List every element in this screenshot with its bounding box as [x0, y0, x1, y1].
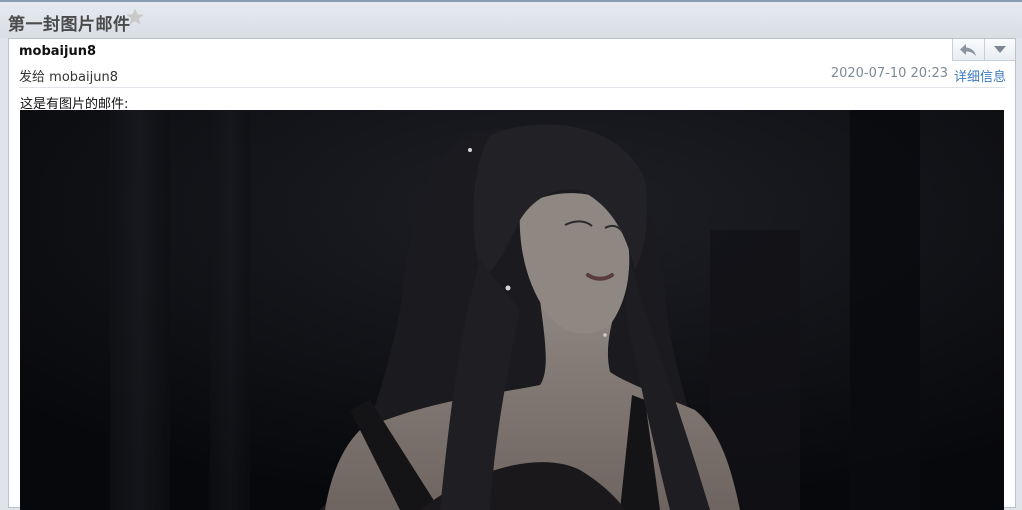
portrait-image [20, 110, 1004, 510]
header-divider [19, 87, 1005, 88]
recipient-name: mobaijun8 [49, 70, 118, 85]
mail-title-bar: 第一封图片邮件 [0, 0, 1022, 38]
star-icon[interactable] [125, 7, 145, 27]
mail-action-buttons [952, 39, 1015, 61]
sender-name: mobaijun8 [19, 44, 97, 59]
details-link[interactable]: 详细信息 [954, 66, 1006, 85]
reply-icon [960, 43, 977, 56]
dropdown-arrow-icon [993, 45, 1006, 53]
mail-subject: 第一封图片邮件 [8, 15, 131, 35]
recipient-line: 发给 mobaijun8 [19, 66, 118, 85]
mail-attached-image [20, 110, 1004, 510]
mail-card: mobaijun8 发给 mobaijun8 2020-07-10 20:23 … [8, 38, 1016, 510]
reply-button[interactable] [953, 39, 984, 60]
mail-date: 2020-07-10 20:23 [830, 66, 948, 81]
more-actions-button[interactable] [983, 39, 1016, 60]
to-label: 发给 [19, 70, 46, 85]
